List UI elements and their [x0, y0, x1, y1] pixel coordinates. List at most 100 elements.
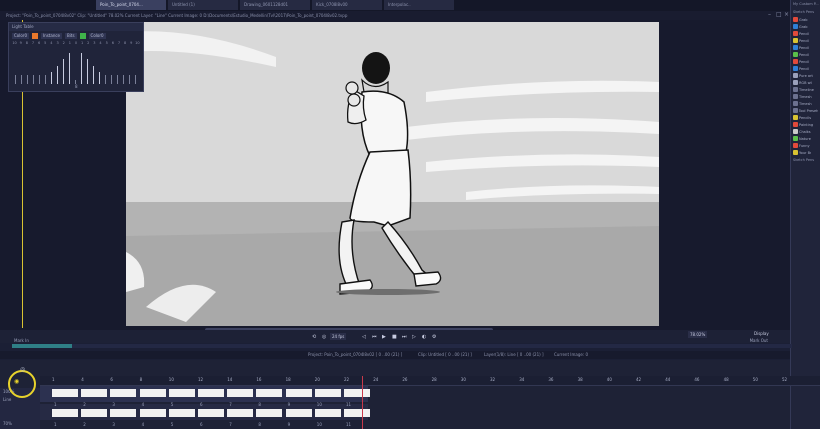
light-table-opacity-slider[interactable] — [123, 75, 124, 84]
color-after-chip[interactable]: Color0 — [88, 33, 106, 39]
tab-kick[interactable]: Kick_0708l8v00 — [312, 0, 382, 10]
preset-label: Pencil — [799, 52, 810, 57]
light-table-frame-number: 0 — [74, 41, 78, 45]
preset-item[interactable]: Nature — [791, 135, 820, 142]
timeline-image-cell[interactable] — [139, 389, 166, 397]
timeline-image-cell[interactable] — [139, 409, 166, 417]
ruler-tick-label: 6 — [110, 377, 113, 382]
preset-item[interactable]: Timesh — [791, 100, 820, 107]
timeline-image-cell[interactable] — [256, 389, 283, 397]
maximize-icon[interactable]: □ — [776, 12, 782, 18]
light-table-opacity-slider[interactable] — [69, 52, 70, 84]
ruler-tick-label: 34 — [519, 377, 525, 382]
light-table-opacity-slider[interactable] — [129, 75, 130, 84]
tab-untitled[interactable]: Untitled (1) — [168, 0, 238, 10]
light-table-opacity-slider[interactable] — [57, 65, 58, 84]
tab-drawing[interactable]: Drawing_0601128d01 — [240, 0, 310, 10]
instance-chip[interactable]: Instance — [41, 33, 63, 39]
preset-item[interactable]: Timeline — [791, 86, 820, 93]
light-table-opacity-slider[interactable] — [27, 75, 28, 84]
timeline-image-cell[interactable] — [81, 389, 108, 397]
timeline-image-cell[interactable] — [227, 409, 254, 417]
timeline-image-cell[interactable] — [110, 409, 137, 417]
light-table-opacity-slider[interactable] — [105, 75, 106, 84]
light-table-opacity-slider[interactable] — [99, 72, 100, 84]
timeline-image-cell[interactable] — [256, 409, 283, 417]
light-table-opacity-slider[interactable] — [21, 75, 22, 84]
light-table-opacity-slider[interactable] — [51, 72, 52, 84]
light-table-opacity-slider[interactable] — [87, 59, 88, 84]
timeline-image-cell[interactable] — [198, 409, 224, 417]
light-table-opacity-slider[interactable] — [93, 65, 94, 84]
preset-item[interactable]: Pencil — [791, 44, 820, 51]
preset-item[interactable]: Pencil — [791, 30, 820, 37]
timeline-image-cell[interactable] — [285, 389, 312, 397]
preset-item[interactable]: Pencil — [791, 37, 820, 44]
light-table-frame-number: 1 — [81, 41, 84, 45]
brush-icon — [793, 143, 798, 148]
light-table-opacity-slider[interactable] — [81, 52, 82, 84]
drawing-canvas[interactable] — [126, 22, 659, 326]
light-table-opacity-slider[interactable] — [117, 75, 118, 84]
light-table-opacity-slider[interactable] — [33, 75, 34, 84]
color-before-chip[interactable]: Color0 — [12, 33, 29, 39]
preset-item[interactable]: Grab — [791, 23, 820, 30]
ruler-tick-label: 40 — [606, 377, 612, 382]
timeline-image-cell[interactable] — [344, 389, 370, 397]
timeline-image-cell[interactable] — [110, 389, 137, 397]
preset-item[interactable]: Pencil — [791, 51, 820, 58]
timeline-image-cell[interactable] — [344, 409, 370, 417]
light-table-frame-number: 9 — [130, 41, 133, 45]
preset-item[interactable]: Funny — [791, 142, 820, 149]
preset-item[interactable]: Painting — [791, 121, 820, 128]
preset-item[interactable]: Pencil — [791, 58, 820, 65]
timeline-image-cell[interactable] — [81, 409, 108, 417]
timeline-image-cell[interactable] — [52, 389, 78, 397]
timeline-image-cell[interactable] — [52, 409, 78, 417]
preset-item[interactable]: Grab — [791, 16, 820, 23]
timeline-image-cell[interactable] — [168, 409, 195, 417]
preset-item[interactable]: Your Br — [791, 149, 820, 156]
timeline-cell-number: 3 — [112, 422, 115, 427]
timeline-cell-number: 2 — [83, 422, 86, 427]
timeline-ruler[interactable] — [40, 376, 820, 386]
minimize-icon[interactable]: – — [768, 12, 774, 18]
eye-icon[interactable]: ◎ — [20, 366, 25, 373]
color-after-swatch[interactable] — [79, 33, 86, 39]
light-table-opacity-slider[interactable] — [45, 75, 46, 84]
ruler-tick-label: 14 — [227, 377, 233, 382]
play-range-bar[interactable] — [12, 344, 792, 348]
timeline-image-cell[interactable] — [168, 389, 195, 397]
light-table-frame-number: 7 — [117, 41, 121, 45]
timeline-image-cell[interactable] — [314, 409, 341, 417]
preset-item[interactable]: Tool Presets — [791, 107, 820, 114]
boxer-drawing — [126, 22, 659, 326]
preset-item[interactable]: RGB wil — [791, 79, 820, 86]
light-table-opacity-slider[interactable] — [111, 75, 112, 84]
timeline-cell-number: 2 — [83, 402, 86, 407]
preset-item[interactable]: Pure art — [791, 72, 820, 79]
mark-out-label[interactable]: Mark Out — [750, 338, 768, 343]
onion-skin-icon[interactable]: ◉ — [14, 378, 19, 385]
light-table-opacity-bars[interactable] — [12, 46, 140, 86]
timeline-image-cell[interactable] — [198, 389, 224, 397]
light-table-opacity-slider[interactable] — [63, 59, 64, 84]
preset-item[interactable]: Chalks — [791, 128, 820, 135]
tab-interpolac[interactable]: Interpolac.. — [384, 0, 454, 10]
timeline-image-cell[interactable] — [285, 409, 312, 417]
color-before-swatch[interactable] — [32, 33, 38, 39]
timeline-playhead[interactable] — [362, 376, 363, 429]
timeline-image-cell[interactable] — [227, 389, 254, 397]
light-table-opacity-slider[interactable] — [15, 75, 16, 84]
timeline-image-cell[interactable] — [314, 389, 341, 397]
mark-in-label[interactable]: Mark In — [14, 338, 29, 343]
preset-item[interactable]: Pencils — [791, 114, 820, 121]
play-range-fill — [12, 344, 72, 348]
light-table-opacity-slider[interactable] — [39, 75, 40, 84]
timeline-cell-number: 11 — [346, 422, 352, 427]
bits-chip[interactable]: Bits — [65, 33, 77, 39]
preset-item[interactable]: Pencil — [791, 65, 820, 72]
light-table-opacity-slider[interactable] — [135, 75, 136, 84]
preset-item[interactable]: Timesh — [791, 93, 820, 100]
tab-poin-to-point[interactable]: Poin_To_point_0704... — [96, 0, 166, 10]
